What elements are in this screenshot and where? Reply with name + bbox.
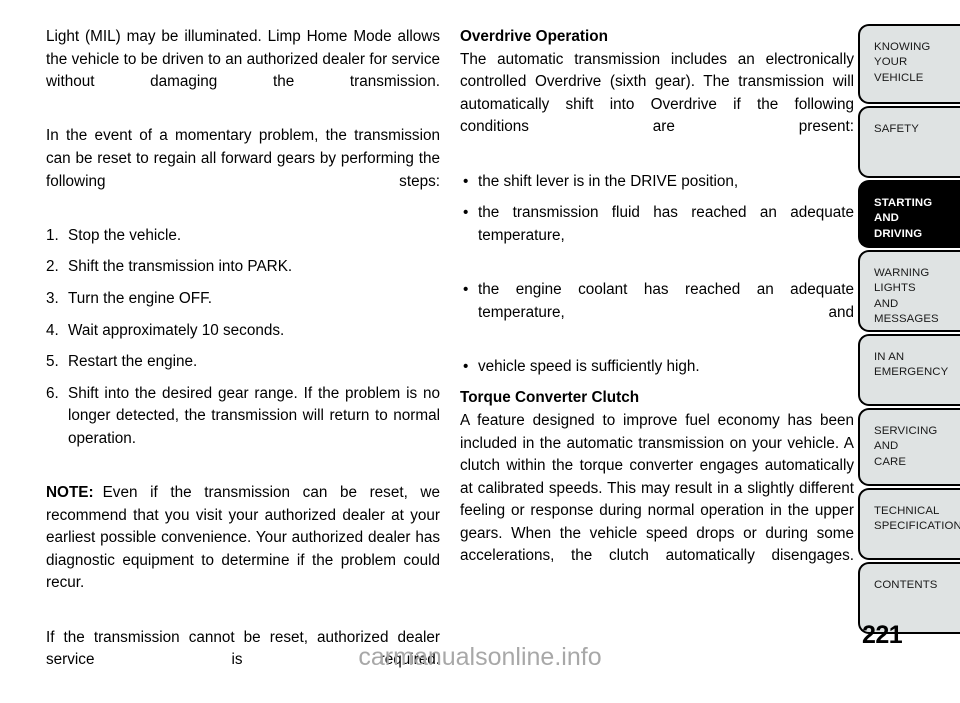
paragraph-momentary-problem: In the event of a momentary problem, the… xyxy=(46,127,440,190)
tab-label-line: SAFETY xyxy=(874,123,919,135)
list-item: 5. Restart the engine. xyxy=(46,351,440,374)
overdrive-conditions-list: • the shift lever is in the DRIVE positi… xyxy=(460,171,854,379)
list-item: • vehicle speed is sufficiently high. xyxy=(460,356,854,379)
step-text: Restart the engine. xyxy=(68,353,198,371)
step-number: 6. xyxy=(46,384,59,402)
left-text-column: Light (MIL) may be illuminated. Limp Hom… xyxy=(46,26,440,703)
note-text: Even if the transmission can be reset, w… xyxy=(46,484,440,592)
reset-steps-list: 1. Stop the vehicle. 2. Shift the transm… xyxy=(46,225,440,473)
bullet-text: the engine coolant has reached an adequa… xyxy=(478,280,854,321)
list-item: 3. Turn the engine OFF. xyxy=(46,288,440,311)
list-item: • the engine coolant has reached an adeq… xyxy=(460,279,854,347)
paragraph-overdrive-description: The automatic transmission includes an e… xyxy=(460,50,854,136)
tab-label-line: EMERGENCY xyxy=(874,366,949,379)
step-text: Turn the engine OFF. xyxy=(68,289,212,307)
list-item: • the shift lever is in the DRIVE positi… xyxy=(460,171,854,194)
list-item: 6. Shift into the desired gear range. If… xyxy=(46,383,440,473)
bullet-icon: • xyxy=(463,204,469,222)
list-item: 4. Wait approximately 10 seconds. xyxy=(46,320,440,343)
tab-label-line: IN AN xyxy=(874,351,905,363)
sidebar-tab-servicing-and-care[interactable]: SERVICING AND CARE xyxy=(858,408,960,486)
list-item: • the transmission fluid has reached an … xyxy=(460,202,854,270)
tab-label-line: AND xyxy=(874,440,899,453)
bullet-icon: • xyxy=(463,172,469,190)
sidebar-tab-warning-lights-and-messages[interactable]: WARNING LIGHTS AND MESSAGES xyxy=(858,250,960,332)
tab-label-line: CARE xyxy=(874,455,907,468)
section-tab-rail: KNOWING YOUR VEHICLE SAFETY STARTING AND… xyxy=(858,24,960,636)
heading-torque-converter-clutch: Torque Converter Clutch xyxy=(460,389,640,407)
sidebar-tab-in-an-emergency[interactable]: IN AN EMERGENCY xyxy=(858,334,960,406)
step-text: Stop the vehicle. xyxy=(68,226,182,244)
bullet-icon: • xyxy=(463,280,469,298)
step-text: Wait approximately 10 seconds. xyxy=(68,321,285,339)
tab-label-line: MESSAGES xyxy=(874,313,939,326)
tab-label-line: AND xyxy=(874,212,899,225)
tab-label-line: KNOWING xyxy=(874,41,931,53)
bullet-text: vehicle speed is sufficiently high. xyxy=(478,357,700,375)
watermark: carmanualsonline.info xyxy=(358,643,602,671)
bullet-icon: • xyxy=(463,357,469,375)
list-item: 1. Stop the vehicle. xyxy=(46,225,440,248)
bullet-text: the shift lever is in the DRIVE position… xyxy=(478,172,739,190)
tab-label-line: TECHNICAL xyxy=(874,505,940,517)
tab-label-line: SPECIFICATIONS xyxy=(874,520,960,533)
step-text: Shift into the desired gear range. If th… xyxy=(68,384,440,447)
sidebar-tab-technical-specifications[interactable]: TECHNICAL SPECIFICATIONS xyxy=(858,488,960,560)
step-number: 5. xyxy=(46,353,59,371)
heading-overdrive-operation: Overdrive Operation xyxy=(460,28,608,45)
sidebar-tab-starting-and-driving[interactable]: STARTING AND DRIVING xyxy=(858,180,960,248)
tab-label-line: VEHICLE xyxy=(874,71,924,84)
step-text: Shift the transmission into PARK. xyxy=(68,258,293,276)
step-number: 4. xyxy=(46,321,59,339)
tab-label-line: LIGHTS xyxy=(874,282,916,295)
step-number: 1. xyxy=(46,226,59,244)
tab-label-line: STARTING xyxy=(874,197,933,209)
step-number: 3. xyxy=(46,289,59,307)
paragraph-torque-converter-description: A feature designed to improve fuel econo… xyxy=(460,411,854,565)
sidebar-tab-knowing-your-vehicle[interactable]: KNOWING YOUR VEHICLE xyxy=(858,24,960,104)
bullet-text: the transmission fluid has reached an ad… xyxy=(478,204,854,244)
tab-label-line: AND xyxy=(874,297,899,310)
step-number: 2. xyxy=(46,258,59,276)
sidebar-tab-safety[interactable]: SAFETY xyxy=(858,106,960,178)
tab-label-line: YOUR xyxy=(874,56,908,69)
manual-page: Light (MIL) may be illuminated. Limp Hom… xyxy=(0,0,960,678)
note-label: NOTE: xyxy=(46,484,94,502)
tab-label-line: CONTENTS xyxy=(874,579,938,591)
list-item: 2. Shift the transmission into PARK. xyxy=(46,256,440,279)
tab-label-line: DRIVING xyxy=(874,227,923,240)
right-text-column: Overdrive Operation The automatic transm… xyxy=(460,26,854,600)
paragraph-limp-home-mode: Light (MIL) may be illuminated. Limp Hom… xyxy=(46,28,440,91)
tab-label-line: SERVICING xyxy=(874,425,938,437)
note-paragraph: NOTE: Even if the transmission can be res… xyxy=(46,482,440,618)
tab-label-line: WARNING xyxy=(874,267,930,279)
